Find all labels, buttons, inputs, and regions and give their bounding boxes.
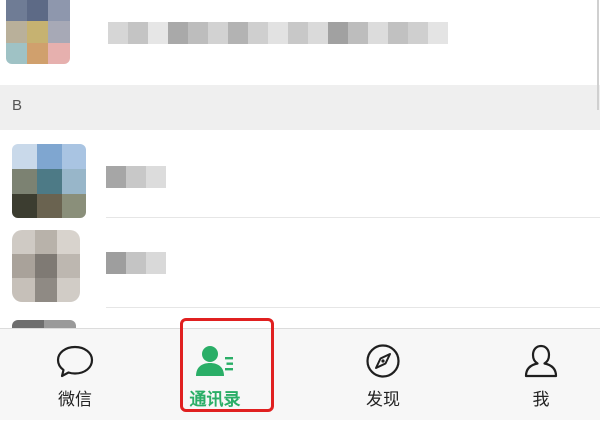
tab-label: 微信 — [58, 390, 92, 410]
contact-avatar — [6, 0, 70, 64]
contact-row[interactable] — [0, 130, 600, 218]
contact-avatar — [12, 144, 86, 218]
bottom-tab-bar: 微信 通讯录 发现 我 — [0, 328, 600, 420]
tab-discover[interactable]: 发现 — [308, 329, 458, 421]
tab-me[interactable]: 我 — [466, 329, 600, 421]
section-header: B — [0, 85, 600, 130]
tab-label: 发现 — [366, 390, 400, 410]
contact-name — [108, 22, 458, 44]
contacts-list: B — [0, 0, 600, 328]
contact-avatar — [12, 320, 76, 328]
contact-row[interactable] — [0, 218, 600, 308]
scrollbar[interactable] — [597, 0, 599, 110]
compass-icon — [363, 343, 403, 379]
section-letter: B — [12, 97, 23, 114]
tab-chats[interactable]: 微信 — [0, 329, 150, 421]
chat-bubble-icon — [55, 343, 95, 379]
tab-label: 通讯录 — [189, 390, 241, 410]
contact-name — [106, 252, 166, 274]
contact-row[interactable] — [0, 308, 600, 328]
tab-label: 我 — [532, 390, 550, 410]
contact-name — [106, 166, 166, 188]
contacts-icon — [195, 343, 235, 379]
contact-row[interactable] — [0, 0, 600, 85]
person-icon — [521, 343, 561, 379]
contact-avatar — [12, 230, 80, 302]
tab-contacts[interactable]: 通讯录 — [140, 329, 290, 421]
